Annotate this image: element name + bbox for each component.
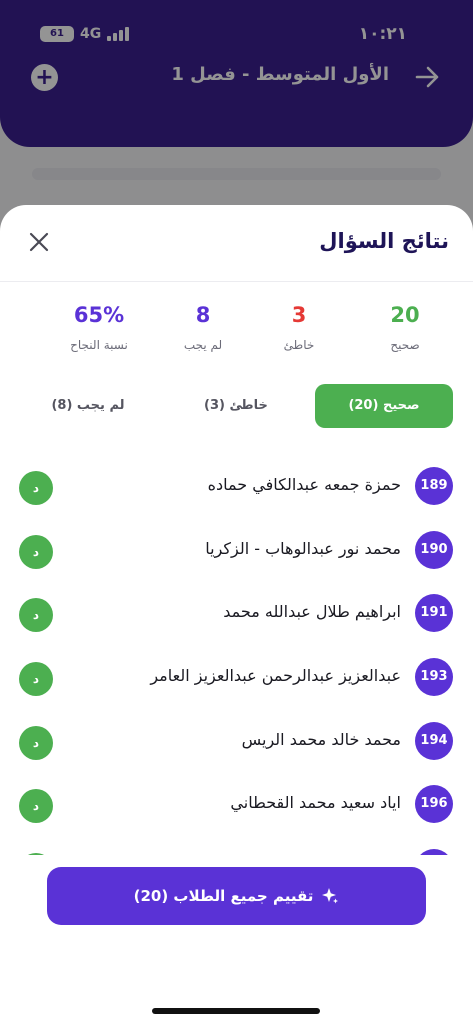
sparkle-icon <box>322 888 339 904</box>
home-indicator <box>152 1008 320 1014</box>
stat-wrong: 3 خاطئ <box>283 303 315 352</box>
student-number: 191 <box>415 594 453 632</box>
student-name: محمد خالد محمد الريس <box>241 730 401 749</box>
student-row[interactable]: 194 محمد خالد محمد الريس د <box>0 722 473 762</box>
student-number-partial <box>415 849 453 855</box>
student-name: حمزة جمعه عبدالكافي حماده <box>207 475 401 494</box>
sheet-header: نتائج السؤال <box>0 205 473 282</box>
student-number: 190 <box>415 531 453 569</box>
student-row[interactable]: 193 عبدالعزيز عبدالرحمن عبدالعزيز العامر… <box>0 658 473 698</box>
grade-badge[interactable]: د <box>19 471 53 505</box>
student-number: 189 <box>415 467 453 505</box>
student-row-partial <box>0 849 473 855</box>
grade-badge[interactable]: د <box>19 662 53 696</box>
question-results-sheet: نتائج السؤال 20 صحيح 3 خاطئ 8 لم يجب 65%… <box>0 205 473 1024</box>
grade-all-label: تقييم جميع الطلاب (20) <box>133 887 314 905</box>
grade-badge[interactable]: د <box>19 726 53 760</box>
grade-badge[interactable]: د <box>19 789 53 823</box>
student-name: ابراهيم طلال عبدالله محمد <box>223 602 401 621</box>
grade-badge[interactable]: د <box>19 535 53 569</box>
student-row[interactable]: 190 محمد نور عبدالوهاب - الزكريا د <box>0 531 473 571</box>
student-row[interactable]: 189 حمزة جمعه عبدالكافي حماده د <box>0 467 473 507</box>
tab-wrong[interactable]: خاطئ (3) <box>167 384 305 428</box>
student-name: محمد نور عبدالوهاب - الزكريا <box>205 539 401 558</box>
student-row[interactable]: 191 ابراهيم طلال عبدالله محمد د <box>0 594 473 634</box>
close-icon[interactable] <box>27 230 51 254</box>
sheet-title: نتائج السؤال <box>319 229 449 253</box>
stat-correct: 20 صحيح <box>390 303 420 352</box>
student-row[interactable]: 196 اياد سعيد محمد القحطاني د <box>0 785 473 825</box>
stat-success-rate: 65% نسبة النجاح <box>70 303 128 352</box>
grade-badge[interactable]: د <box>19 598 53 632</box>
tab-correct[interactable]: صحيح (20) <box>315 384 453 428</box>
stat-unanswered: 8 لم يجب <box>183 303 223 352</box>
student-name: عبدالعزيز عبدالرحمن عبدالعزيز العامر <box>150 666 401 685</box>
result-tabs: صحيح (20) خاطئ (3) لم يجب (8) <box>0 384 473 428</box>
grade-badge-partial <box>19 853 53 855</box>
student-number: 196 <box>415 785 453 823</box>
student-name: اياد سعيد محمد القحطاني <box>230 793 401 812</box>
grade-all-students-button[interactable]: تقييم جميع الطلاب (20) <box>47 867 426 925</box>
student-list: 189 حمزة جمعه عبدالكافي حماده د 190 محمد… <box>0 467 473 855</box>
student-number: 193 <box>415 658 453 696</box>
student-number: 194 <box>415 722 453 760</box>
stats-row: 20 صحيح 3 خاطئ 8 لم يجب 65% نسبة النجاح <box>0 302 473 362</box>
tab-unanswered[interactable]: لم يجب (8) <box>19 384 157 428</box>
